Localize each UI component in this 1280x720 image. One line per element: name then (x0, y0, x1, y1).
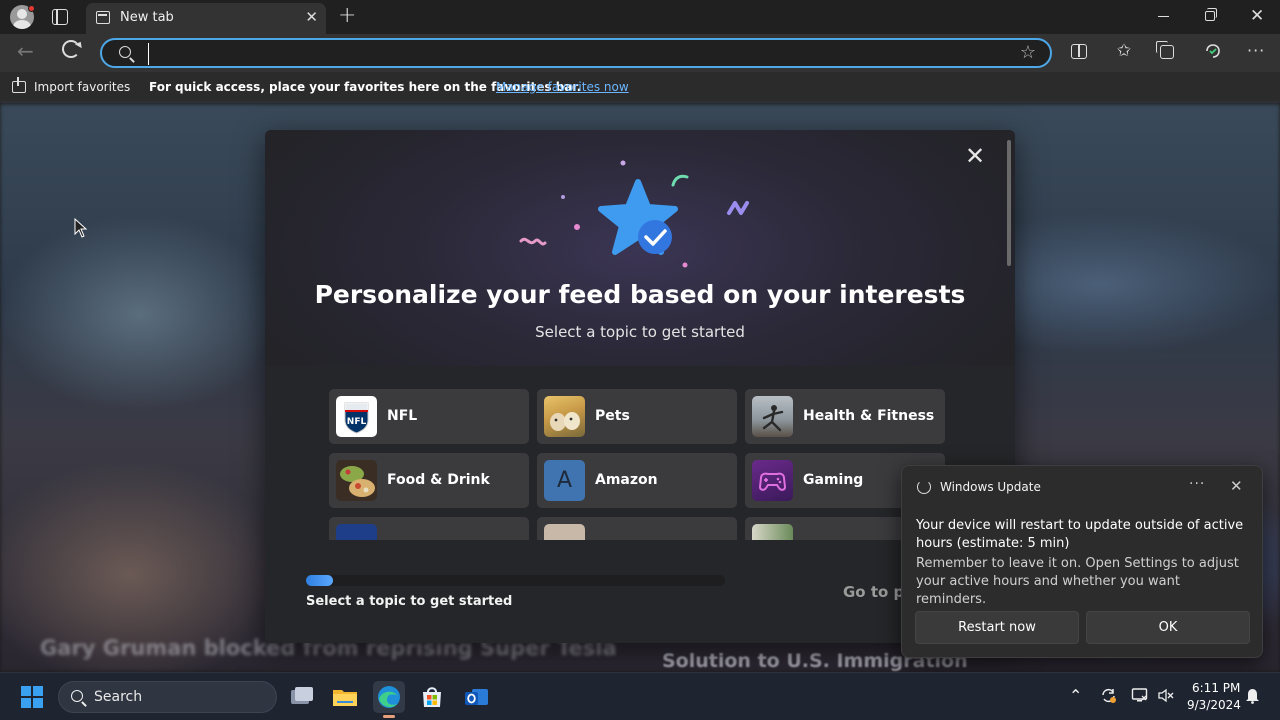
favorite-star-icon[interactable]: ☆ (1020, 42, 1036, 63)
address-input[interactable] (148, 43, 998, 65)
update-sync-icon (917, 480, 931, 494)
windows-update-notification: Windows Update ··· ✕ Your device will re… (901, 465, 1263, 658)
new-tab-plus-icon[interactable]: + (338, 3, 356, 28)
taskbar: Search ⌃ 6:11 PM 9/3/2024 (0, 672, 1280, 720)
pets-photo-icon (544, 396, 585, 437)
topic-nfl[interactable]: NFL NFL (329, 389, 529, 444)
toast-close-icon[interactable]: ✕ (1230, 477, 1243, 495)
toast-title: Your device will restart to update outsi… (916, 518, 1244, 551)
tab-new-tab[interactable]: New tab ✕ (86, 3, 326, 34)
dialog-hero: ✕ Personalize your feed based on your in… (265, 130, 1015, 366)
taskbar-date[interactable]: 9/3/2024 (1187, 698, 1241, 712)
food-photo-icon (336, 460, 377, 501)
import-favorites-icon (12, 77, 26, 93)
settings-more-icon[interactable]: ··· (1247, 42, 1265, 60)
toast-app-name: Windows Update (940, 480, 1041, 494)
microsoft-store-icon[interactable] (416, 681, 448, 713)
topic-progress-fill (306, 575, 334, 586)
split-screen-icon[interactable] (1071, 44, 1087, 59)
title-bar: New tab ✕ + ✕ (0, 0, 1280, 34)
minimize-icon[interactable] (1158, 16, 1169, 17)
nfl-logo-icon: NFL (336, 396, 377, 437)
favorites-bar: Import favorites For quick access, place… (0, 72, 1280, 104)
tab-title: New tab (120, 10, 174, 25)
topic-amazon[interactable]: A Amazon (537, 453, 737, 508)
ok-button[interactable]: OK (1086, 611, 1250, 644)
tab-close-icon[interactable]: ✕ (305, 8, 318, 26)
back-arrow-icon[interactable]: ← (17, 39, 34, 63)
topic-label: Food & Drink (387, 472, 490, 488)
topic-7-icon (336, 524, 377, 540)
topic-label: NFL (387, 408, 418, 424)
topic-item[interactable] (537, 517, 737, 540)
browser-toolbar: ← ☆ ✩ ··· (0, 34, 1280, 72)
progress-label: Select a topic to get started (306, 594, 513, 609)
dialog-close-icon[interactable]: ✕ (965, 142, 985, 170)
import-favorites-button[interactable]: Import favorites (34, 80, 130, 94)
refresh-icon[interactable] (62, 40, 80, 58)
taskbar-time[interactable]: 6:11 PM (1192, 681, 1240, 695)
topic-pets[interactable]: Pets (537, 389, 737, 444)
search-icon (119, 46, 131, 58)
restore-icon[interactable] (1205, 8, 1217, 21)
new-tab-favicon-icon (96, 11, 110, 24)
topic-label: Gaming (803, 472, 864, 488)
topic-item[interactable] (329, 517, 529, 540)
dialog-scrollbar[interactable] (1007, 140, 1011, 266)
restart-now-button[interactable]: Restart now (915, 611, 1079, 644)
star-check-illustration-icon (519, 160, 749, 268)
dialog-title: Personalize your feed based on your inte… (314, 280, 966, 309)
svg-text:NFL: NFL (347, 417, 367, 427)
address-bar[interactable]: ☆ (100, 38, 1052, 68)
tray-network-icon[interactable] (1131, 687, 1148, 708)
active-app-indicator (383, 715, 395, 718)
profile-notification-badge (28, 5, 35, 12)
notification-bell-icon[interactable] (1245, 687, 1260, 708)
topic-9-icon (752, 524, 793, 540)
toast-body: Remember to leave it on. Open Settings t… (916, 556, 1239, 607)
outlook-icon[interactable] (460, 681, 492, 713)
topic-label: Health & Fitness (803, 408, 935, 424)
edge-browser-icon[interactable] (373, 681, 405, 713)
collections-icon[interactable] (1156, 41, 1174, 59)
file-explorer-icon[interactable] (329, 681, 361, 713)
search-icon (71, 690, 83, 702)
task-view-icon[interactable] (286, 681, 318, 713)
manage-favorites-link[interactable]: Manage favorites now (496, 80, 629, 94)
start-windows-icon[interactable] (21, 686, 43, 708)
topic-label: Amazon (595, 472, 658, 488)
go-to-feed-button[interactable]: Go to p (843, 583, 904, 601)
topic-food-drink[interactable]: Food & Drink (329, 453, 529, 508)
taskbar-search-label: Search (94, 689, 143, 705)
topic-8-icon (544, 524, 585, 540)
browser-essentials-icon[interactable] (1204, 42, 1222, 60)
tray-update-icon[interactable] (1100, 687, 1117, 708)
taskbar-search[interactable]: Search (58, 681, 277, 713)
tray-volume-muted-icon[interactable] (1157, 687, 1174, 708)
favorites-icon[interactable]: ✩ (1115, 42, 1133, 60)
tray-show-hidden-icon[interactable]: ⌃ (1069, 686, 1082, 705)
toast-more-icon[interactable]: ··· (1189, 476, 1205, 492)
dialog-subtitle: Select a topic to get started (535, 323, 745, 341)
topic-grid: NFL NFL Pets Health & Fitness Food & Dri… (329, 389, 949, 540)
window-close-icon[interactable]: ✕ (1250, 6, 1264, 26)
fitness-photo-icon (752, 396, 793, 437)
topic-health-fitness[interactable]: Health & Fitness (745, 389, 945, 444)
gaming-controller-icon (752, 460, 793, 501)
topic-progress-bar (306, 575, 725, 586)
amazon-letter-icon: A (544, 460, 585, 501)
topic-label: Pets (595, 408, 630, 424)
tab-actions-icon[interactable] (52, 9, 68, 25)
